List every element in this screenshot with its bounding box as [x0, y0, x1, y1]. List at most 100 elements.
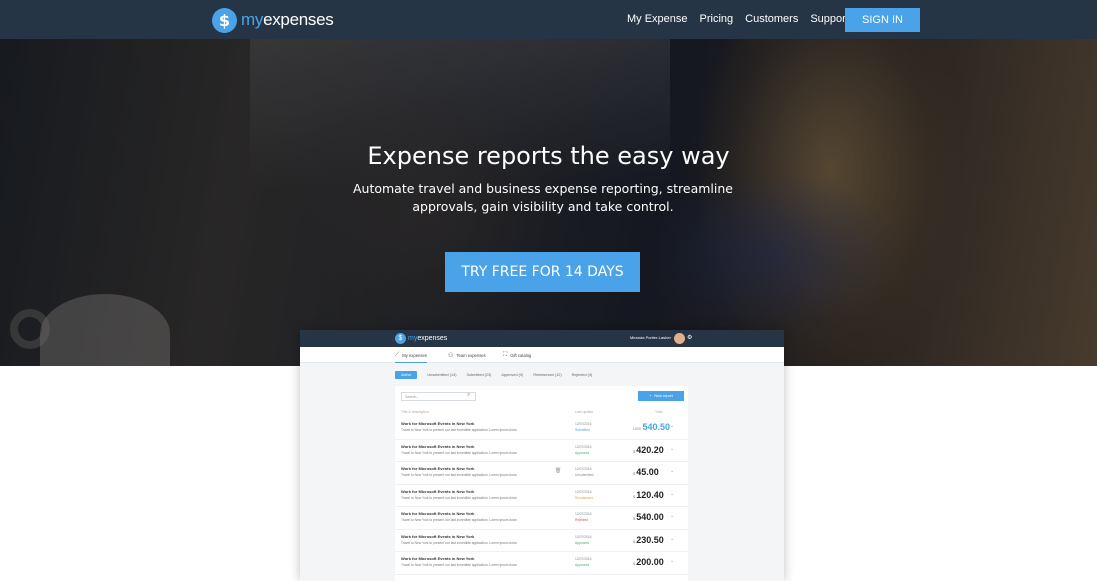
table-row: Work for Microsoft Events in New York Tra…	[395, 417, 688, 440]
row-amount-value: 120.40	[636, 489, 664, 500]
table-row: Work for Microsoft Events in New York Tra…	[395, 530, 688, 552]
row-status: Approved	[575, 450, 590, 455]
plus-icon: +	[649, 394, 652, 398]
preview-header: $ myexpenses Miranda Portier-Lasher ⚙	[300, 330, 784, 347]
nav-link-my-expense[interactable]: My Expense	[627, 13, 688, 25]
hero-title: Expense reports the easy way	[367, 142, 730, 170]
row-date: 12/07/2016	[575, 512, 592, 516]
row-amount-value: 540.00	[636, 512, 664, 522]
row-currency: $	[633, 516, 636, 521]
chevron-down-icon: ⌄	[670, 445, 675, 452]
row-description: Travel to New York to present our last i…	[401, 518, 518, 522]
nav-link-customers[interactable]: Customers	[745, 13, 798, 25]
row-amount: $200.00	[633, 557, 664, 567]
preview-dollar-coin-icon: $	[395, 333, 406, 344]
row-title: Work for Microsoft Events in New York	[401, 556, 475, 561]
table-row: Work for Microsoft Events in New York Tra…	[395, 440, 688, 462]
nav-link-support[interactable]: Support	[810, 13, 849, 25]
preview-tab-label: Gift catalog	[510, 353, 532, 358]
row-status: Approved	[575, 563, 590, 567]
row-description: Travel to New York to present our last i…	[401, 495, 518, 500]
row-date: 12/07/2016	[575, 422, 592, 426]
row-date: 12/07/2016	[575, 489, 592, 494]
preview-new-report-button: + New report	[638, 391, 684, 401]
row-amount: $230.50	[633, 535, 664, 545]
preview-col-amount: Total	[655, 410, 663, 414]
preview-filter: Active	[395, 371, 418, 379]
gift-icon: ⛶	[503, 352, 508, 358]
row-description: Travel to New York to present our last i…	[401, 540, 518, 545]
logo-text-rest: expenses	[263, 10, 334, 29]
table-row: Work for Microsoft Events in New York Tra…	[395, 507, 688, 530]
sign-in-button[interactable]: SIGN IN	[845, 8, 920, 32]
row-currency: $	[633, 561, 636, 566]
row-currency: $	[633, 538, 636, 544]
row-description: Travel to New York to present our last i…	[401, 450, 518, 455]
row-currency: USD	[633, 426, 642, 431]
row-currency: $	[633, 471, 636, 476]
row-date: 12/07/2016	[575, 557, 592, 561]
chevron-down-icon: ⌄	[670, 468, 675, 474]
preview-avatar	[674, 333, 685, 344]
preview-logo: $ myexpenses	[395, 333, 447, 344]
nav-link-pricing[interactable]: Pricing	[700, 13, 734, 25]
team-icon: ⚇	[448, 353, 454, 359]
preview-filter: Unsubmitted (14)	[427, 373, 457, 377]
row-status: Rejected	[575, 518, 589, 522]
chevron-down-icon: ⌄	[670, 490, 675, 497]
row-title: Work for Microsoft Events in New York	[401, 511, 475, 516]
logo-text: myexpenses	[241, 10, 334, 30]
row-amount: USD540.50	[633, 422, 670, 432]
row-title: Work for Microsoft Events in New York	[401, 488, 475, 494]
chevron-down-icon: ⌄	[670, 558, 675, 564]
row-amount: $120.40	[633, 490, 664, 500]
preview-logo-my: my	[408, 335, 418, 342]
try-free-button[interactable]: TRY FREE FOR 14 DAYS	[445, 252, 640, 292]
row-amount-value: 540.50	[642, 422, 670, 432]
preview-search-input: Search...	[401, 392, 476, 401]
chart-icon: ⟋	[395, 352, 400, 358]
preview-tab-my-expenses: ⟋ My expenses	[395, 352, 427, 363]
preview-tabs: ⟋ My expenses ⚇ Team expenses ⛶ Gift catalo…	[300, 347, 784, 363]
row-amount-value: 45.00	[636, 467, 659, 477]
hero-subtitle: Automate travel and business expense rep…	[352, 181, 733, 214]
row-title: Work for Microsoft Events in New York	[401, 466, 475, 471]
preview-user-name: Miranda Portier-Lasher	[630, 335, 671, 340]
logo[interactable]: $ myexpenses	[212, 7, 334, 33]
row-amount-value: 230.50	[636, 534, 664, 545]
chevron-down-icon: ⌄	[670, 535, 675, 542]
row-date: 12/07/2016	[575, 444, 592, 449]
row-amount: $420.20	[633, 445, 664, 455]
preview-col-title: Title & description	[401, 410, 429, 414]
row-title: Work for Microsoft Events in New York	[401, 443, 475, 449]
row-status: Approved	[575, 540, 590, 545]
logo-text-my: my	[241, 10, 264, 29]
row-title: Work for Microsoft Events in New York	[401, 533, 475, 539]
row-status: Unsubmitted	[575, 473, 594, 477]
preview-filter: Reimbursed (12)	[533, 373, 562, 377]
preview-tab-label: My expenses	[402, 353, 427, 358]
dollar-coin-icon: $	[212, 7, 237, 33]
row-currency: $	[633, 493, 636, 499]
preview-search-icon: ⌕	[467, 392, 471, 398]
hero-section: Expense reports the easy way Automate tr…	[0, 39, 1097, 366]
preview-gear-icon: ⚙	[687, 335, 693, 341]
preview-filter: Rejected (4)	[571, 373, 593, 377]
table-row: Work for Microsoft Events in New York Tra…	[395, 462, 688, 485]
preview-new-report-label: New report	[654, 394, 673, 398]
preview-logo-text: myexpenses	[408, 335, 447, 342]
preview-logo-rest: expenses	[417, 335, 448, 342]
row-date: 12/07/2016	[575, 467, 592, 471]
preview-col-date: Last update	[575, 410, 594, 414]
row-date: 12/07/2016	[575, 534, 592, 539]
row-description: Travel to New York to present our last i…	[401, 473, 518, 477]
preview-tab-gift-catalog: ⛶ Gift catalog	[503, 352, 531, 359]
preview-filter: Approved (0)	[501, 373, 524, 377]
row-description: Travel to New York to present our last i…	[401, 563, 518, 567]
trash-icon: 🗑	[555, 468, 562, 474]
chevron-down-icon: ⌄	[670, 423, 675, 429]
row-amount-value: 200.00	[636, 557, 664, 567]
app-preview: $ myexpenses Miranda Portier-Lasher ⚙ ⟋ M…	[300, 330, 784, 581]
top-navbar: $ myexpenses My Expense Pricing Customer…	[0, 0, 1097, 39]
table-row: Work for Microsoft Events in New York Tra…	[395, 552, 688, 575]
